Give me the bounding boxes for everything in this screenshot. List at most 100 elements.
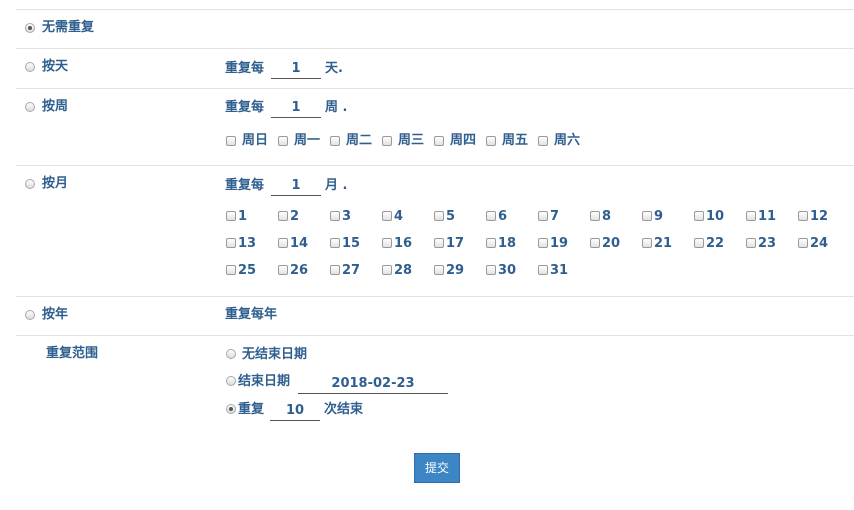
monthday-checkbox[interactable] bbox=[798, 211, 808, 221]
monthday-label: 3 bbox=[342, 209, 352, 224]
monthday-label: 23 bbox=[758, 236, 777, 251]
monthday-label: 28 bbox=[394, 263, 413, 278]
monthday-checkbox[interactable] bbox=[382, 265, 392, 275]
monthday-checkbox[interactable] bbox=[278, 211, 288, 221]
monthday-label: 7 bbox=[550, 209, 560, 224]
radio-daily[interactable] bbox=[25, 62, 35, 72]
monthday-checkbox[interactable] bbox=[486, 211, 496, 221]
radio-no-repeat[interactable] bbox=[25, 23, 35, 33]
monthday-label: 5 bbox=[446, 209, 456, 224]
monthday-checkbox[interactable] bbox=[694, 211, 704, 221]
weekday-label: 周四 bbox=[450, 133, 477, 148]
monthday-checkbox[interactable] bbox=[746, 211, 756, 221]
monthday-checkbox[interactable] bbox=[382, 238, 392, 248]
weekday-label: 周三 bbox=[398, 133, 425, 148]
monthly-interval-input[interactable]: 1 bbox=[271, 178, 321, 196]
label-yearly: 按年 bbox=[42, 307, 69, 322]
monthday-label: 27 bbox=[342, 263, 361, 278]
monthday-checkbox[interactable] bbox=[694, 238, 704, 248]
monthday-checkbox[interactable] bbox=[330, 238, 340, 248]
weekday-label: 周一 bbox=[294, 133, 321, 148]
label-daily: 按天 bbox=[42, 59, 69, 74]
monthday-checkbox[interactable] bbox=[538, 265, 548, 275]
submit-button[interactable]: 提交 bbox=[414, 453, 460, 483]
weekday-checkbox[interactable] bbox=[226, 136, 236, 146]
weekday-checkbox[interactable] bbox=[330, 136, 340, 146]
monthday-checkbox[interactable] bbox=[486, 238, 496, 248]
monthday-checkbox[interactable] bbox=[330, 265, 340, 275]
repeat-count-input[interactable]: 10 bbox=[270, 403, 320, 421]
monthday-label: 24 bbox=[810, 236, 829, 251]
monthday-checkbox[interactable] bbox=[538, 238, 548, 248]
label-no-end-date: 无结束日期 bbox=[242, 347, 308, 362]
radio-weekly[interactable] bbox=[25, 102, 35, 112]
separator bbox=[16, 296, 854, 297]
monthday-checkbox[interactable] bbox=[226, 265, 236, 275]
daily-interval-input[interactable]: 1 bbox=[271, 61, 321, 79]
range-title: 重复范围 bbox=[46, 346, 99, 361]
monthday-checkbox[interactable] bbox=[538, 211, 548, 221]
daily-suffix: 天. bbox=[325, 61, 343, 76]
weekday-checkbox[interactable] bbox=[278, 136, 288, 146]
monthday-checkbox[interactable] bbox=[278, 238, 288, 248]
monthday-label: 16 bbox=[394, 236, 413, 251]
monthday-label: 2 bbox=[290, 209, 300, 224]
label-no-repeat: 无需重复 bbox=[42, 20, 95, 35]
weekday-checkbox[interactable] bbox=[486, 136, 496, 146]
monthday-checkbox[interactable] bbox=[642, 211, 652, 221]
monthday-checkbox[interactable] bbox=[382, 211, 392, 221]
radio-repeat-count[interactable] bbox=[226, 404, 236, 414]
monthday-checkbox[interactable] bbox=[434, 265, 444, 275]
radio-monthly[interactable] bbox=[25, 179, 35, 189]
separator bbox=[16, 165, 854, 166]
end-date-input[interactable]: 2018-02-23 bbox=[298, 376, 448, 394]
monthday-checkbox[interactable] bbox=[434, 238, 444, 248]
label-weekly: 按周 bbox=[42, 99, 69, 114]
separator bbox=[16, 88, 854, 89]
monthday-label: 31 bbox=[550, 263, 569, 278]
monthday-label: 22 bbox=[706, 236, 725, 251]
yearly-label: 重复每年 bbox=[225, 307, 278, 322]
monthday-label: 6 bbox=[498, 209, 508, 224]
label-repeat-prefix: 重复 bbox=[238, 402, 265, 417]
weekly-prefix: 重复每 bbox=[225, 100, 265, 115]
monthday-checkbox[interactable] bbox=[330, 211, 340, 221]
weekday-checkbox[interactable] bbox=[538, 136, 548, 146]
label-repeat-suffix: 次结束 bbox=[324, 402, 364, 417]
monthday-label: 20 bbox=[602, 236, 621, 251]
weekday-checkbox[interactable] bbox=[434, 136, 444, 146]
monthday-label: 18 bbox=[498, 236, 517, 251]
separator bbox=[16, 335, 854, 336]
monthday-label: 13 bbox=[238, 236, 257, 251]
radio-no-end-date[interactable] bbox=[226, 349, 236, 359]
weekly-interval-input[interactable]: 1 bbox=[271, 100, 321, 118]
separator bbox=[16, 9, 854, 10]
monthday-checkbox[interactable] bbox=[642, 238, 652, 248]
monthday-checkbox[interactable] bbox=[434, 211, 444, 221]
monthday-label: 8 bbox=[602, 209, 612, 224]
weekday-label: 周日 bbox=[242, 133, 269, 148]
monthday-checkbox[interactable] bbox=[590, 238, 600, 248]
monthday-checkbox[interactable] bbox=[278, 265, 288, 275]
weekly-suffix: 周 . bbox=[325, 100, 348, 115]
radio-end-date[interactable] bbox=[226, 376, 236, 386]
monthday-label: 21 bbox=[654, 236, 673, 251]
monthday-checkbox[interactable] bbox=[486, 265, 496, 275]
monthday-label: 29 bbox=[446, 263, 465, 278]
monthday-label: 19 bbox=[550, 236, 569, 251]
monthday-checkbox[interactable] bbox=[226, 238, 236, 248]
monthday-checkbox[interactable] bbox=[746, 238, 756, 248]
monthday-label: 12 bbox=[810, 209, 829, 224]
monthday-checkbox[interactable] bbox=[590, 211, 600, 221]
monthday-label: 11 bbox=[758, 209, 777, 224]
monthday-label: 10 bbox=[706, 209, 725, 224]
monthday-checkbox[interactable] bbox=[226, 211, 236, 221]
radio-yearly[interactable] bbox=[25, 310, 35, 320]
monthday-label: 26 bbox=[290, 263, 309, 278]
monthday-label: 30 bbox=[498, 263, 517, 278]
weekday-checkbox[interactable] bbox=[382, 136, 392, 146]
monthly-prefix: 重复每 bbox=[225, 178, 265, 193]
separator bbox=[16, 48, 854, 49]
monthday-checkbox[interactable] bbox=[798, 238, 808, 248]
label-monthly: 按月 bbox=[42, 176, 69, 191]
